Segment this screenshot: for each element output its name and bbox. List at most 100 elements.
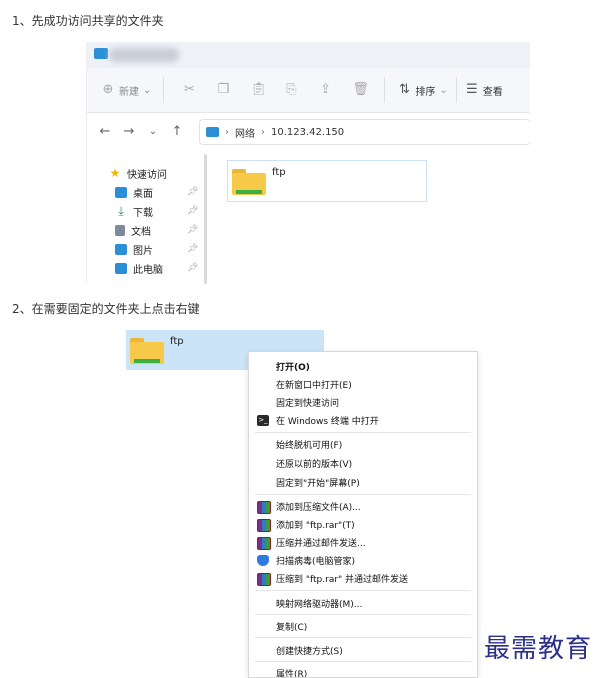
folder-name: ftp — [272, 167, 286, 178]
menu-item-pin-quick-access[interactable]: 固定到快速访问 — [276, 396, 339, 409]
computer-icon — [115, 262, 127, 274]
shield-icon — [257, 555, 269, 566]
menu-separator — [255, 614, 471, 615]
menu-separator — [255, 661, 471, 662]
delete-button[interactable]: 🗑︎ — [352, 68, 369, 112]
scissors-icon: ✂ — [183, 82, 195, 97]
winrar-icon — [257, 537, 271, 550]
copy-button[interactable]: ❐ — [216, 68, 230, 112]
menu-item-create-shortcut[interactable]: 创建快捷方式(S) — [276, 644, 343, 657]
forward-arrow-icon[interactable]: → — [117, 124, 141, 139]
menu-separator — [255, 494, 471, 495]
nav-label: 此电脑 — [133, 264, 163, 276]
back-arrow-icon[interactable]: ← — [93, 124, 117, 139]
download-icon: ⤓ — [118, 203, 124, 218]
desktop-icon — [115, 186, 127, 198]
rename-button[interactable]: ⎘ — [284, 68, 298, 112]
new-label: 新建 — [119, 86, 139, 98]
sort-label: 排序 — [415, 86, 436, 98]
menu-item-open-new-window[interactable]: 在新窗口中打开(E) — [276, 378, 352, 391]
nav-item-quick-access[interactable]: ★ 快速访问 — [109, 164, 167, 182]
step-1-caption: 1、先成功访问共享的文件夹 — [12, 14, 164, 28]
pin-icon: 📌︎ — [187, 187, 199, 197]
rename-icon: ⎘ — [286, 82, 297, 97]
menu-item-map-drive[interactable]: 映射网络驱动器(M)... — [276, 597, 362, 610]
menu-separator — [255, 432, 471, 433]
picture-icon — [115, 243, 127, 255]
sort-icon: ⇅ — [398, 82, 410, 97]
menu-item-compress-ftp-email[interactable]: 压缩到 "ftp.rar" 并通过邮件发送 — [276, 572, 408, 585]
breadcrumb-network[interactable]: 网络 — [235, 125, 255, 140]
network-computer-icon — [206, 127, 219, 137]
nav-item-desktop[interactable]: 桌面 — [115, 183, 153, 201]
pin-icon: 📌︎ — [187, 263, 199, 273]
view-button[interactable]: ☰ 查看 — [465, 68, 503, 112]
pin-icon: 📌︎ — [187, 206, 199, 216]
plus-icon: ⊕ — [102, 82, 114, 97]
winrar-icon — [257, 573, 271, 586]
menu-item-virus-scan[interactable]: 扫描病毒(电脑管家) — [276, 554, 355, 567]
breadcrumb-host[interactable]: 10.123.42.150 — [271, 127, 344, 138]
up-arrow-icon[interactable]: ↑ — [165, 124, 189, 139]
nav-label: 下载 — [133, 207, 153, 219]
menu-separator — [255, 590, 471, 591]
file-list-area: ftp — [211, 150, 530, 284]
paste-icon: 📋︎ — [250, 82, 267, 97]
breadcrumb-chevron-icon: › — [225, 126, 229, 138]
command-bar: ⊕ 新建 ⌄ ✂ ❐ 📋︎ ⎘ ⇪ 🗑︎ ⇅ 排序 ⌄ ☰ 查看 — [87, 68, 530, 113]
new-button[interactable]: ⊕ 新建 ⌄ — [87, 68, 152, 112]
nav-pane-scrollbar[interactable] — [204, 154, 207, 284]
menu-item-restore-versions[interactable]: 还原以前的版本(V) — [276, 457, 352, 470]
share-button[interactable]: ⇪ — [318, 68, 332, 112]
menu-item-open[interactable]: 打开(O) — [276, 360, 310, 373]
pin-icon: 📌︎ — [187, 225, 199, 235]
folder-name: ftp — [170, 336, 184, 347]
menu-item-add-archive[interactable]: 添加到压缩文件(A)... — [276, 500, 361, 513]
breadcrumb-chevron-icon: › — [261, 126, 265, 138]
paste-button[interactable]: 📋︎ — [250, 68, 267, 112]
winrar-icon — [257, 501, 271, 514]
menu-item-add-ftp-rar[interactable]: 添加到 "ftp.rar"(T) — [276, 518, 355, 531]
menu-item-pin-start[interactable]: 固定到"开始"屏幕(P) — [276, 476, 360, 489]
menu-item-copy[interactable]: 复制(C) — [276, 620, 307, 633]
view-label: 查看 — [482, 86, 503, 98]
document-icon — [115, 224, 125, 236]
copy-icon: ❐ — [217, 82, 230, 97]
menu-item-compress-email[interactable]: 压缩并通过邮件发送... — [276, 536, 366, 549]
folder-item-ftp[interactable]: ftp — [227, 160, 427, 202]
watermark-logo: 最需教育 — [484, 634, 593, 664]
recent-chevron-icon[interactable]: ⌄ — [141, 126, 165, 137]
nav-item-downloads[interactable]: ⤓ 下载 — [115, 202, 153, 220]
title-bar — [87, 42, 530, 68]
context-menu: 打开(O) 在新窗口中打开(E) 固定到快速访问 >_ 在 Windows 终端… — [248, 351, 478, 678]
share-icon: ⇪ — [319, 82, 331, 97]
star-icon: ★ — [109, 166, 121, 180]
view-list-icon: ☰ — [465, 82, 478, 97]
nav-item-documents[interactable]: 文档 — [115, 221, 151, 239]
menu-item-properties[interactable]: 属性(R) — [276, 667, 307, 677]
winrar-icon — [257, 519, 271, 532]
nav-label: 快速访问 — [127, 169, 167, 181]
folder-icon — [232, 169, 266, 195]
chevron-down-icon: ⌄ — [439, 84, 448, 96]
pin-icon: 📌︎ — [187, 244, 199, 254]
nav-item-this-pc[interactable]: 此电脑 — [115, 259, 163, 277]
blurred-title — [109, 48, 179, 62]
nav-item-pictures[interactable]: 图片 — [115, 240, 153, 258]
chevron-down-icon: ⌄ — [143, 84, 152, 96]
computer-icon — [94, 48, 108, 59]
cut-button[interactable]: ✂ — [182, 68, 196, 112]
step-2-caption: 2、在需要固定的文件夹上点击右键 — [12, 302, 200, 316]
menu-separator — [255, 637, 471, 638]
nav-label: 文档 — [131, 226, 151, 238]
navigation-pane: ★ 快速访问 桌面 ⤓ 下载 文档 图片 此电脑 📌︎ 📌︎ 📌︎ 📌︎ 📌︎ — [87, 150, 211, 284]
menu-item-open-terminal[interactable]: 在 Windows 终端 中打开 — [276, 414, 379, 427]
menu-item-offline[interactable]: 始终脱机可用(F) — [276, 438, 342, 451]
nav-label: 桌面 — [133, 188, 153, 200]
address-bar[interactable]: › 网络 › 10.123.42.150 — [199, 119, 530, 145]
trash-icon: 🗑︎ — [352, 82, 369, 97]
folder-icon — [130, 338, 164, 364]
sort-button[interactable]: ⇅ 排序 ⌄ — [397, 68, 448, 112]
navigation-row: ← → ⌄ ↑ › 网络 › 10.123.42.150 — [87, 112, 530, 150]
terminal-icon: >_ — [257, 415, 269, 426]
